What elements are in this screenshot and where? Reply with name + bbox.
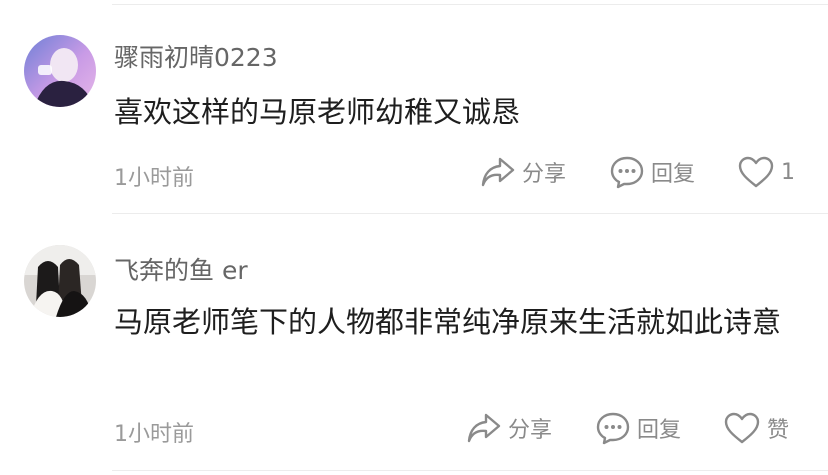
reply-button[interactable]: 回复 xyxy=(609,155,695,189)
like-button[interactable]: 1 xyxy=(737,155,795,189)
share-button[interactable]: 分享 xyxy=(466,411,552,445)
share-icon xyxy=(481,157,515,187)
comment-list: 骤雨初晴0223 喜欢这样的马原老师幼稚又诚恳 1小时前 分享 回复 1 飞奔的… xyxy=(0,0,828,475)
avatar[interactable] xyxy=(24,245,96,317)
timestamp: 1小时前 xyxy=(114,166,194,191)
divider xyxy=(112,213,828,214)
divider xyxy=(112,470,828,471)
divider xyxy=(112,4,828,5)
share-button[interactable]: 分享 xyxy=(480,155,566,189)
avatar[interactable] xyxy=(24,35,96,107)
reply-label: 回复 xyxy=(637,418,682,443)
share-label: 分享 xyxy=(522,162,567,187)
reply-label: 回复 xyxy=(651,162,696,187)
comment-bubble-icon xyxy=(610,156,644,189)
comment-text: 马原老师笔下的人物都非常纯净原来生活就如此诗意 xyxy=(114,305,782,339)
heart-outline-icon xyxy=(738,156,774,188)
like-label: 赞 xyxy=(767,418,790,443)
share-icon xyxy=(467,413,501,443)
heart-outline-icon xyxy=(724,412,760,444)
username[interactable]: 骤雨初晴0223 xyxy=(114,38,278,74)
timestamp: 1小时前 xyxy=(114,422,194,447)
reply-button[interactable]: 回复 xyxy=(595,411,681,445)
comment-text: 喜欢这样的马原老师幼稚又诚恳 xyxy=(114,95,521,129)
comment-bubble-icon xyxy=(596,412,630,445)
like-count: 1 xyxy=(781,159,795,185)
share-label: 分享 xyxy=(508,418,553,443)
like-button[interactable]: 赞 xyxy=(723,411,789,445)
username[interactable]: 飞奔的鱼 er xyxy=(114,251,248,287)
